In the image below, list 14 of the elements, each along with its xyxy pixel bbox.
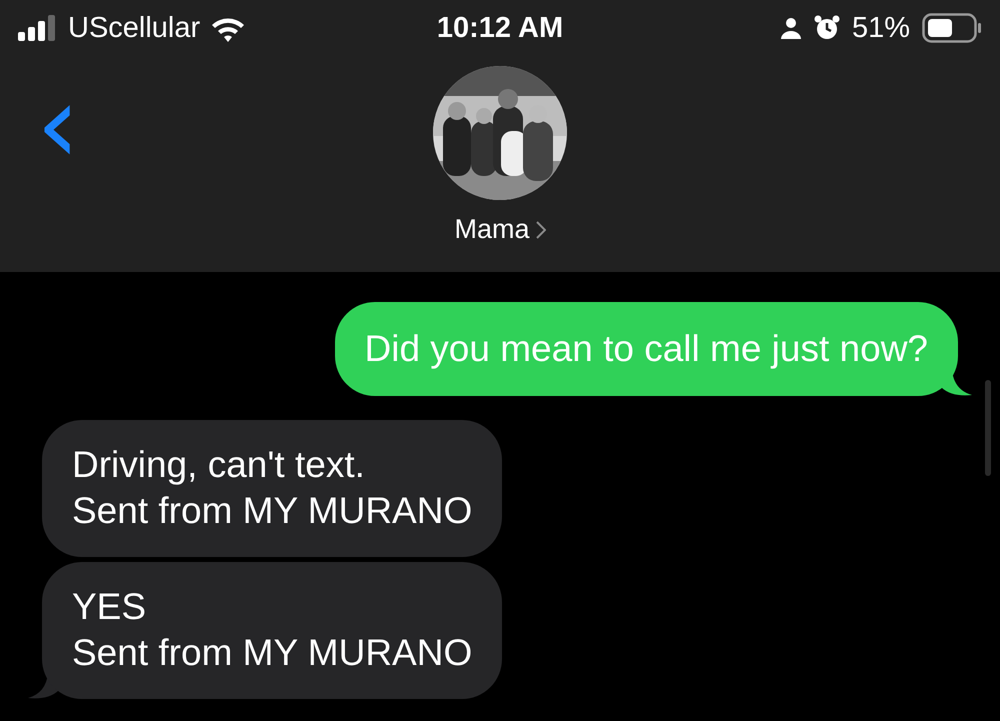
battery-percentage: 51%	[852, 12, 910, 44]
message-bubble: Driving, can't text. Sent from MY MURANO	[42, 420, 502, 557]
person-icon	[780, 17, 802, 39]
message-bubble: Did you mean to call me just now?	[334, 302, 958, 396]
scrollbar[interactable]	[985, 380, 991, 476]
back-button[interactable]: ‹	[36, 84, 80, 164]
message-bubble: YES Sent from MY MURANO	[42, 562, 502, 699]
contact-name[interactable]: Mama	[454, 214, 530, 245]
battery-icon	[922, 13, 982, 43]
chevron-right-icon	[536, 220, 546, 238]
clock-time: 10:12 AM	[436, 12, 564, 44]
carrier-name: UScellular	[68, 12, 200, 44]
signal-icon	[18, 15, 58, 41]
alarm-clock-icon	[814, 15, 840, 41]
